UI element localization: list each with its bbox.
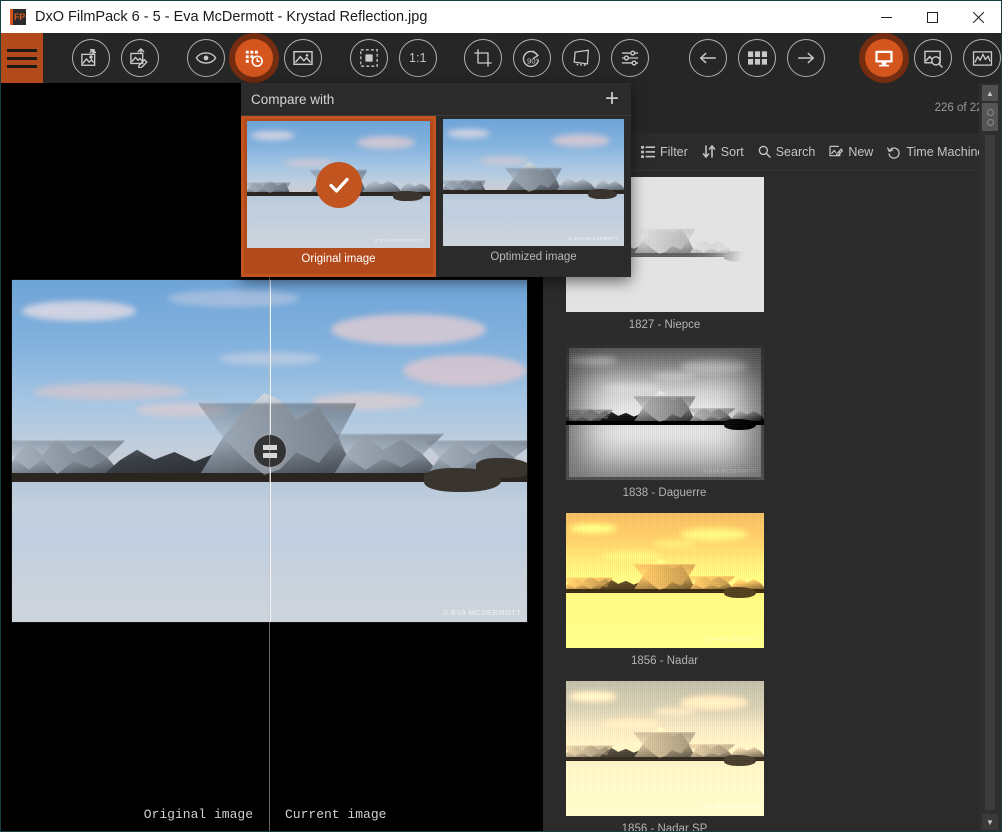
scroll-up-arrow[interactable]: ▲ [982, 85, 998, 101]
histogram-button[interactable] [963, 39, 1001, 77]
preset-item[interactable]: © EVA MCDERMOTT 1856 - Nadar SP [557, 681, 772, 832]
new-preset-icon [829, 145, 843, 158]
fit-to-screen-button[interactable] [350, 39, 388, 77]
filter-button[interactable]: Filter [641, 145, 688, 159]
scrollbar-track[interactable] [985, 135, 995, 810]
search-button[interactable]: Search [758, 145, 816, 159]
presets-scrollbar[interactable]: ▲ ▼ [979, 83, 1001, 832]
preset-item[interactable]: © EVA MCDERMOTT 1838 - Daguerre [557, 345, 772, 513]
zoom-one-to-one-button[interactable]: 1:1 [399, 39, 437, 77]
title-bar: FP DxO FilmPack 6 - 5 - Eva McDermott - … [1, 1, 1001, 33]
hamburger-line [7, 65, 37, 68]
viewer-label-current: Current image [269, 807, 543, 822]
filmpack-logo-icon: FP [10, 9, 26, 25]
time-machine-label: Time Machine [906, 145, 984, 159]
browse-grid-button[interactable] [738, 39, 776, 77]
compare-option-optimized[interactable]: © EVA MCDERMOTT Optimized image [436, 116, 631, 277]
preset-thumbnail: © EVA MCDERMOTT [566, 681, 764, 816]
previous-image-button[interactable] [689, 39, 727, 77]
loupe-inspect-button[interactable] [914, 39, 952, 77]
window-title: DxO FilmPack 6 - 5 - Eva McDermott - Kry… [35, 9, 427, 25]
single-image-view-button[interactable] [284, 39, 322, 77]
preset-thumbnail: © EVA MCDERMOTT [566, 345, 764, 480]
sliders-button[interactable] [611, 39, 649, 77]
viewer-label-original: Original image [1, 807, 269, 822]
svg-text:90°: 90° [527, 56, 539, 65]
sort-button[interactable]: Sort [702, 145, 744, 159]
display-mode-button[interactable] [865, 39, 903, 77]
compare-thumb-optimized: © EVA MCDERMOTT [443, 119, 624, 246]
compare-option-original[interactable]: © EVA MCDERMOTT Original image [241, 116, 436, 277]
maximize-icon[interactable] [909, 1, 955, 33]
compare-thumb-original: © EVA MCDERMOTT [247, 121, 430, 248]
next-image-button[interactable] [787, 39, 825, 77]
compare-with-button[interactable] [235, 39, 273, 77]
minimize-icon[interactable] [863, 1, 909, 33]
sort-arrows-icon [702, 145, 716, 158]
time-machine-icon [887, 145, 901, 159]
application-window: FP DxO FilmPack 6 - 5 - Eva McDermott - … [0, 0, 1002, 832]
preset-item[interactable]: © EVA MCDERMOTT 1856 - Nadar [557, 513, 772, 681]
preset-label: 1856 - Nadar [631, 655, 698, 667]
hamburger-menu[interactable] [1, 33, 43, 83]
window-controls [863, 1, 1001, 33]
new-preset-button[interactable]: New [829, 145, 873, 159]
preset-label: 1827 - Niepce [629, 319, 701, 331]
photo-watermark: © EVA MCDERMOTT [443, 608, 521, 617]
new-label: New [848, 145, 873, 159]
preset-label: 1856 - Nadar SP [622, 823, 708, 832]
crop-tool-button[interactable] [464, 39, 502, 77]
compare-option-label: Optimized image [490, 251, 576, 263]
export-image-button[interactable] [72, 39, 110, 77]
check-icon [316, 162, 362, 208]
scroll-down-arrow[interactable]: ▼ [982, 814, 998, 830]
viewer-labels: Original image Current image [1, 807, 543, 822]
search-label: Search [776, 145, 816, 159]
scrollbar-thumb[interactable] [982, 103, 998, 131]
compare-popup-header: Compare with + [241, 83, 631, 116]
preset-thumbnail: © EVA MCDERMOTT [566, 513, 764, 648]
close-icon[interactable] [955, 1, 1001, 33]
time-machine-button[interactable]: Time Machine [887, 145, 984, 159]
search-icon [758, 145, 771, 158]
filter-label: Filter [660, 145, 688, 159]
compare-popup-options: © EVA MCDERMOTT Original image [241, 116, 631, 277]
rotate-90-button[interactable]: 90° [513, 39, 551, 77]
add-comparison-icon[interactable]: + [605, 91, 619, 107]
compare-with-popup: Compare with + [241, 83, 631, 277]
export-to-application-button[interactable] [121, 39, 159, 77]
preset-label: 1838 - Daguerre [623, 487, 707, 499]
compare-option-label: Original image [301, 253, 375, 265]
filter-list-icon [641, 146, 655, 158]
perspective-tool-button[interactable] [562, 39, 600, 77]
preview-original-button[interactable] [187, 39, 225, 77]
hamburger-line [7, 57, 37, 60]
compare-popup-title: Compare with [251, 92, 334, 107]
main-toolbar: 1:1 90° [1, 33, 1001, 83]
hamburger-line [7, 49, 37, 52]
sort-label: Sort [721, 145, 744, 159]
